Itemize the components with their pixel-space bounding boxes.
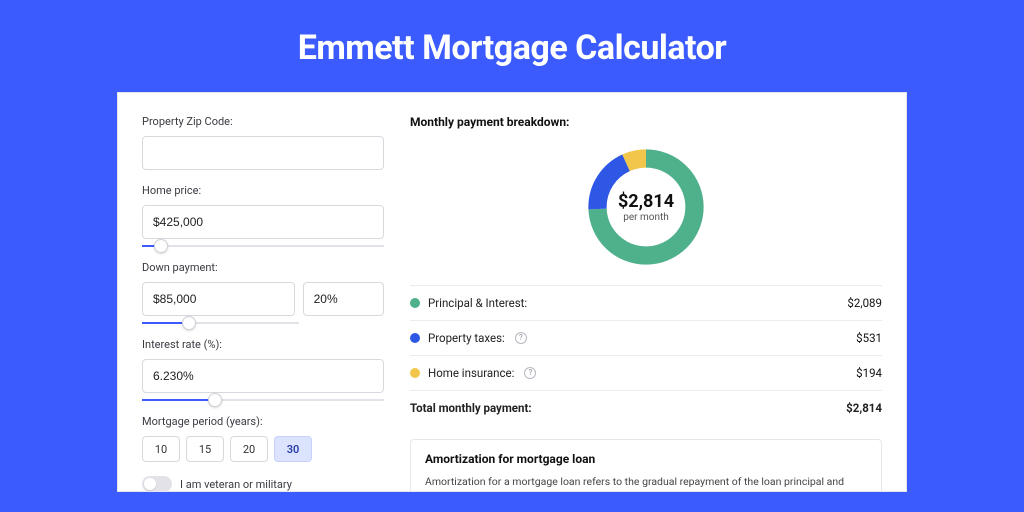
donut-sub: per month (623, 212, 669, 223)
legend-name: Home insurance: (428, 366, 514, 380)
period-field: Mortgage period (years): 10 15 20 30 (142, 415, 384, 462)
donut-amount: $2,814 (618, 191, 674, 212)
legend-name: Property taxes: (428, 331, 505, 345)
period-option-15[interactable]: 15 (186, 436, 224, 462)
info-icon[interactable]: ? (515, 332, 527, 344)
amortization-box: Amortization for mortgage loan Amortizat… (410, 439, 882, 492)
down-percent-input[interactable] (303, 282, 384, 316)
legend-name: Principal & Interest: (428, 296, 527, 310)
rate-slider[interactable] (142, 399, 384, 401)
dot-icon (410, 298, 420, 308)
legend-row-principal: Principal & Interest: $2,089 (410, 285, 882, 320)
legend-amount: $531 (856, 331, 882, 345)
calculator-card: Property Zip Code: Home price: Down paym… (117, 92, 907, 492)
zip-field: Property Zip Code: (142, 115, 384, 170)
info-icon[interactable]: ? (524, 367, 536, 379)
total-row: Total monthly payment: $2,814 (410, 390, 882, 425)
total-label: Total monthly payment: (410, 401, 532, 415)
period-label: Mortgage period (years): (142, 415, 384, 428)
amortization-body: Amortization for a mortgage loan refers … (425, 474, 867, 492)
down-field: Down payment: (142, 261, 384, 324)
dot-icon (410, 368, 420, 378)
veteran-row: I am veteran or military (142, 476, 384, 492)
price-field: Home price: (142, 184, 384, 247)
legend-row-insurance: Home insurance: ? $194 (410, 355, 882, 390)
breakdown-column: Monthly payment breakdown: $2,814 per mo… (410, 115, 882, 491)
dot-icon (410, 333, 420, 343)
inputs-column: Property Zip Code: Home price: Down paym… (142, 115, 384, 491)
donut-chart: $2,814 per month (582, 143, 710, 271)
period-option-20[interactable]: 20 (230, 436, 268, 462)
period-option-30[interactable]: 30 (274, 436, 312, 462)
rate-field: Interest rate (%): (142, 338, 384, 401)
down-label: Down payment: (142, 261, 384, 274)
legend-amount: $194 (856, 366, 882, 380)
down-amount-input[interactable] (142, 282, 295, 316)
price-input[interactable] (142, 205, 384, 239)
veteran-label: I am veteran or military (180, 478, 292, 491)
zip-label: Property Zip Code: (142, 115, 384, 128)
amortization-title: Amortization for mortgage loan (425, 452, 867, 466)
period-option-10[interactable]: 10 (142, 436, 180, 462)
rate-slider-fill (142, 399, 215, 401)
breakdown-title: Monthly payment breakdown: (410, 115, 882, 129)
page-title: Emmett Mortgage Calculator (0, 0, 1024, 92)
rate-label: Interest rate (%): (142, 338, 384, 351)
donut-chart-wrap: $2,814 per month (410, 139, 882, 285)
veteran-toggle[interactable] (142, 476, 172, 492)
down-slider-thumb[interactable] (182, 316, 196, 330)
period-options: 10 15 20 30 (142, 436, 384, 462)
price-slider-thumb[interactable] (154, 239, 168, 253)
zip-input[interactable] (142, 136, 384, 170)
price-slider[interactable] (142, 245, 384, 247)
donut-center: $2,814 per month (582, 143, 710, 271)
down-slider[interactable] (142, 322, 299, 324)
legend-row-taxes: Property taxes: ? $531 (410, 320, 882, 355)
rate-slider-thumb[interactable] (208, 393, 222, 407)
rate-input[interactable] (142, 359, 384, 393)
price-label: Home price: (142, 184, 384, 197)
total-amount: $2,814 (846, 401, 882, 415)
legend-amount: $2,089 (847, 296, 882, 310)
